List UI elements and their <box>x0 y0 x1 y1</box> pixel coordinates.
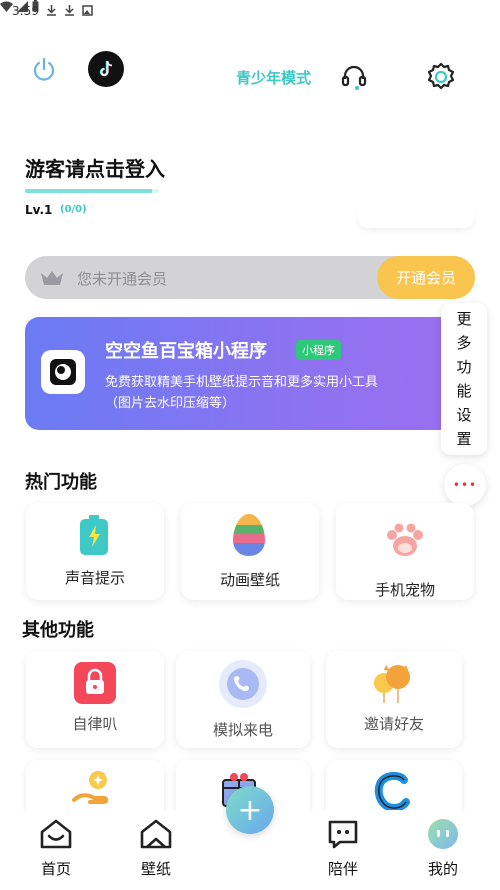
nav-label: 我的 <box>427 860 458 878</box>
headset-icon[interactable] <box>339 62 369 92</box>
nav-label: 首页 <box>40 860 71 878</box>
paw-icon <box>387 523 423 556</box>
egg-icon <box>233 514 265 556</box>
power-icon[interactable] <box>30 56 58 84</box>
status-bar: 3:59 <box>0 0 500 24</box>
status-right <box>0 0 500 12</box>
banner-desc-line2: （图片去水印压缩等） <box>105 396 236 411</box>
download-icon <box>47 5 56 16</box>
nav-item-mine[interactable]: 我的 <box>413 818 473 879</box>
nav-item-companion[interactable]: 陪伴 <box>313 818 373 879</box>
side-label-char: 更 <box>456 310 472 328</box>
mini-program-tag: 小程序 <box>296 340 341 360</box>
side-label-char: 功 <box>456 358 472 376</box>
tiktok-icon[interactable] <box>88 51 124 87</box>
feature-label: 声音提示 <box>64 569 125 587</box>
phone-icon <box>219 660 267 708</box>
wallpaper-icon <box>140 819 172 849</box>
nav-label: 陪伴 <box>327 860 358 878</box>
other-features-title: 其他功能 <box>22 620 94 641</box>
feature-label: 邀请好友 <box>363 715 424 733</box>
hand-coin-icon <box>72 771 109 804</box>
teen-mode-link[interactable]: 青少年模式 <box>236 67 311 88</box>
feature-label: 自律叭 <box>72 715 118 733</box>
more-button[interactable]: ••• <box>444 464 486 506</box>
level-progress-bar <box>25 189 159 193</box>
app-logo-icon <box>41 350 85 394</box>
crown-icon <box>41 271 63 285</box>
add-button[interactable]: + <box>226 786 274 834</box>
side-label-char: 置 <box>456 430 472 448</box>
feature-label: 模拟来电 <box>212 721 273 739</box>
c-logo-icon <box>374 772 410 812</box>
chat-icon <box>328 820 358 849</box>
feature-tile-pet[interactable]: 手机宠物 <box>336 503 474 600</box>
level-label: Lv.1 <box>25 203 53 217</box>
status-time: 3:59 <box>12 4 39 18</box>
feature-tile-fake-call[interactable]: 模拟来电 <box>176 651 310 748</box>
banner-title: 空空鱼百宝箱小程序 <box>105 341 267 362</box>
side-label-char: 设 <box>456 406 472 424</box>
feature-tile-sound[interactable]: 声音提示 <box>26 503 164 600</box>
mini-program-banner[interactable]: 空空鱼百宝箱小程序 小程序 免费获取精美手机壁纸提示音和更多实用小工具 （图片去… <box>25 317 475 430</box>
side-label-char: 能 <box>456 382 472 400</box>
nav-label: 壁纸 <box>140 860 171 878</box>
avatar-icon <box>428 819 458 849</box>
lock-icon <box>74 662 116 704</box>
download-icon <box>65 5 74 16</box>
more-settings-panel[interactable]: 更 多 功 能 设 置 <box>441 303 487 455</box>
feature-label: 手机宠物 <box>374 581 435 599</box>
card-edge <box>358 210 474 228</box>
photo-icon <box>82 5 93 16</box>
nav-item-wallpaper[interactable]: 壁纸 <box>126 818 186 879</box>
nav-item-home[interactable]: 首页 <box>26 818 86 879</box>
hot-features-title: 热门功能 <box>25 472 97 493</box>
side-label-char: 多 <box>456 334 472 352</box>
vip-bar[interactable]: 您未开通会员 开通会员 <box>25 256 475 299</box>
login-prompt[interactable]: 游客请点击登入 <box>25 153 165 182</box>
level-progress-text: (0/0) <box>60 204 87 215</box>
banner-desc-line1: 免费获取精美手机壁纸提示音和更多实用小工具 <box>105 375 379 390</box>
feature-tile-invite[interactable]: 邀请好友 <box>326 651 462 748</box>
gear-icon[interactable] <box>424 60 458 94</box>
feature-tile-wallpaper[interactable]: 动画壁纸 <box>181 503 319 600</box>
open-vip-button[interactable]: 开通会员 <box>377 256 475 299</box>
feature-label: 动画壁纸 <box>219 571 280 589</box>
feature-tile-discipline[interactable]: 自律叭 <box>26 651 164 748</box>
home-icon <box>40 819 72 849</box>
battery-icon <box>80 515 108 555</box>
vip-status: 您未开通会员 <box>77 270 168 288</box>
balloon-icon <box>374 665 410 703</box>
